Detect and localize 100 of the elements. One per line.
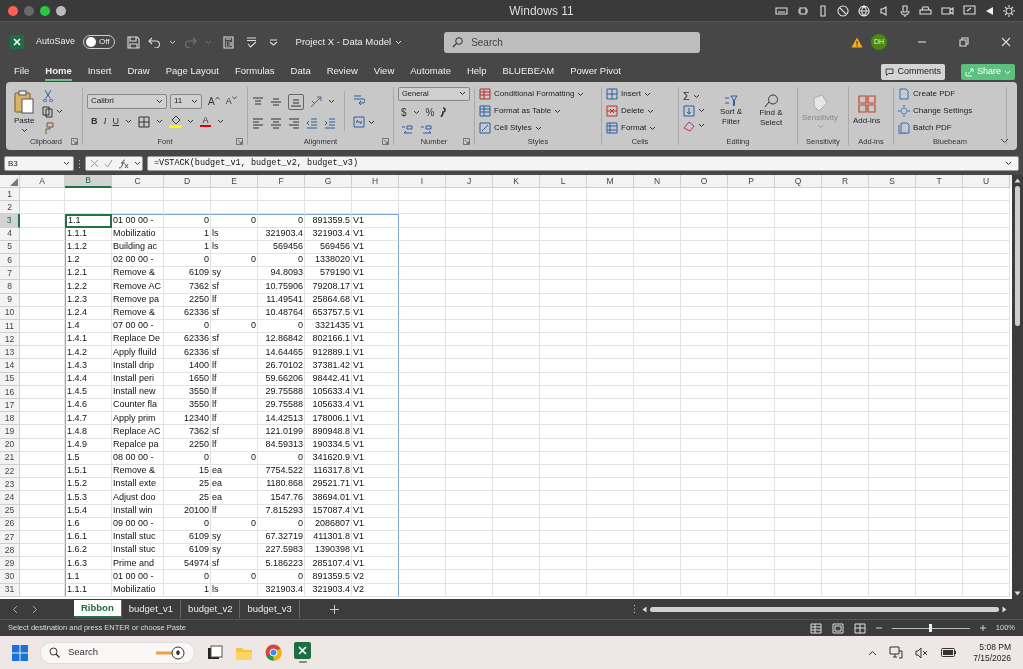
table-cell[interactable]: 25 bbox=[164, 478, 211, 492]
increase-decimal-icon[interactable] bbox=[401, 123, 414, 136]
table-cell[interactable]: 1.1 bbox=[65, 570, 112, 584]
autosave-toggle[interactable]: Off bbox=[83, 35, 115, 49]
row-header[interactable]: 7 bbox=[0, 267, 20, 281]
table-cell[interactable]: 1.2.2 bbox=[65, 280, 112, 294]
add-ins-button[interactable]: Add-ins bbox=[853, 95, 881, 127]
search-field[interactable]: Search bbox=[444, 31, 701, 53]
table-cell[interactable]: V1 bbox=[352, 346, 399, 360]
more-icon[interactable] bbox=[633, 604, 636, 614]
table-cell[interactable]: 12340 bbox=[164, 412, 211, 426]
menu-tab[interactable]: File bbox=[14, 63, 30, 81]
zoom-out-icon[interactable] bbox=[875, 625, 882, 631]
find-select-button[interactable]: Find & Select bbox=[753, 94, 789, 128]
zoom-slider-thumb[interactable] bbox=[929, 624, 933, 632]
table-cell[interactable]: 1400 bbox=[164, 359, 211, 373]
function-icon[interactable] bbox=[118, 158, 129, 169]
table-cell[interactable]: V1 bbox=[352, 280, 399, 294]
style-menu-button[interactable]: Conditional Formatting bbox=[479, 87, 585, 101]
menu-tab[interactable]: Page Layout bbox=[165, 63, 219, 81]
row-header[interactable]: 18 bbox=[0, 412, 20, 426]
row-header[interactable]: 12 bbox=[0, 333, 20, 347]
wrap-text-icon[interactable] bbox=[353, 94, 365, 106]
table-cell[interactable]: 0 bbox=[164, 214, 211, 228]
table-cell[interactable]: 891359.5 bbox=[305, 570, 352, 584]
scroll-down-icon[interactable] bbox=[1014, 591, 1021, 596]
sort-filter-icon[interactable] bbox=[724, 95, 738, 107]
table-cell[interactable]: 891359.5 bbox=[305, 214, 352, 228]
scroll-right-icon[interactable] bbox=[1002, 605, 1007, 613]
table-cell[interactable]: 1547.76 bbox=[258, 491, 305, 505]
table-cell[interactable]: ea bbox=[211, 491, 258, 505]
row-header[interactable]: 24 bbox=[0, 491, 20, 505]
table-cell[interactable]: V2 bbox=[352, 570, 399, 584]
row-header[interactable]: 14 bbox=[0, 359, 20, 373]
grow-font-button[interactable]: A bbox=[208, 93, 215, 109]
enter-icon[interactable] bbox=[104, 159, 113, 168]
sheet-tab[interactable]: budget_v2 bbox=[181, 600, 241, 618]
table-cell[interactable]: V1 bbox=[352, 359, 399, 373]
cells-menu-button[interactable]: Format bbox=[606, 121, 657, 135]
table-cell[interactable]: 14.64465 bbox=[258, 346, 305, 360]
table-cell[interactable]: 802166.1 bbox=[305, 333, 352, 347]
blocked-icon[interactable] bbox=[837, 4, 849, 17]
table-cell[interactable]: 6109 bbox=[164, 544, 211, 558]
row-header[interactable]: 2 bbox=[0, 201, 20, 215]
row-header[interactable]: 28 bbox=[0, 544, 20, 558]
align-middle-icon[interactable] bbox=[270, 95, 282, 108]
menu-tab[interactable]: Automate bbox=[410, 63, 451, 81]
row-header[interactable]: 13 bbox=[0, 346, 20, 360]
table-cell[interactable]: Replace De bbox=[112, 333, 164, 347]
calculator-icon[interactable] bbox=[222, 35, 234, 49]
table-cell[interactable]: 29.75588 bbox=[258, 399, 305, 413]
document-title[interactable]: Project X - Data Model bbox=[295, 34, 403, 50]
fill-color-icon[interactable] bbox=[169, 115, 181, 128]
table-cell[interactable]: 0 bbox=[211, 570, 258, 584]
sheet-tab[interactable]: budget_v3 bbox=[240, 600, 300, 618]
excel-icon[interactable] bbox=[294, 642, 311, 659]
table-cell[interactable]: sf bbox=[211, 557, 258, 571]
circle-icon[interactable] bbox=[56, 5, 66, 16]
table-cell[interactable]: Install exte bbox=[112, 478, 164, 492]
currency-button[interactable]: $ bbox=[401, 104, 407, 120]
table-cell[interactable]: 62336 bbox=[164, 346, 211, 360]
table-cell[interactable]: lf bbox=[211, 359, 258, 373]
network-icon[interactable] bbox=[889, 646, 904, 659]
table-cell[interactable]: 1.6.2 bbox=[65, 544, 112, 558]
font-size-field[interactable]: 11 bbox=[170, 93, 202, 109]
increase-indent-icon[interactable] bbox=[324, 116, 336, 129]
scissors-icon[interactable] bbox=[42, 88, 55, 102]
menu-tab[interactable]: Insert bbox=[87, 63, 112, 81]
row-header[interactable]: 8 bbox=[0, 280, 20, 294]
menu-tab[interactable]: Formulas bbox=[235, 63, 275, 81]
orientation-icon[interactable] bbox=[310, 95, 322, 108]
table-cell[interactable]: 94.8093 bbox=[258, 267, 305, 281]
redo-icon[interactable] bbox=[183, 36, 197, 48]
table-cell[interactable]: 121.0199 bbox=[258, 425, 305, 439]
batch-pdf-icon[interactable] bbox=[898, 122, 910, 134]
comments-button[interactable]: Comments bbox=[881, 64, 945, 80]
collapse-ribbon-icon[interactable] bbox=[1000, 138, 1009, 144]
name-box[interactable]: B3 bbox=[4, 156, 74, 171]
vertical-scrollbar[interactable] bbox=[1012, 175, 1023, 599]
font-name-field[interactable]: Calibri bbox=[87, 93, 167, 109]
table-cell[interactable]: 1.4.7 bbox=[65, 412, 112, 426]
page-break-icon[interactable] bbox=[853, 622, 866, 634]
printer-icon[interactable] bbox=[919, 5, 932, 16]
conditional-formatting-icon[interactable] bbox=[479, 88, 491, 100]
table-cell[interactable]: sy bbox=[211, 544, 258, 558]
menu-tab[interactable]: Draw bbox=[127, 63, 150, 81]
table-cell[interactable]: sf bbox=[211, 333, 258, 347]
close-icon[interactable] bbox=[1001, 37, 1011, 47]
table-cell[interactable]: V1 bbox=[352, 491, 399, 505]
table-cell[interactable]: 0 bbox=[258, 570, 305, 584]
table-cell[interactable]: 14.42513 bbox=[258, 412, 305, 426]
menu-tab[interactable]: Power Pivot bbox=[570, 63, 621, 81]
table-cell[interactable]: 54974 bbox=[164, 557, 211, 571]
table-cell[interactable]: Adjust doo bbox=[112, 491, 164, 505]
table-cell[interactable]: 25 bbox=[164, 491, 211, 505]
cells-menu-button[interactable]: Insert bbox=[606, 87, 657, 101]
menu-tab[interactable]: BLUEBEAM bbox=[502, 63, 555, 81]
table-cell[interactable]: Remove AC bbox=[112, 280, 164, 294]
align-bottom-icon[interactable] bbox=[288, 93, 304, 110]
triangle-icon[interactable] bbox=[985, 5, 994, 16]
